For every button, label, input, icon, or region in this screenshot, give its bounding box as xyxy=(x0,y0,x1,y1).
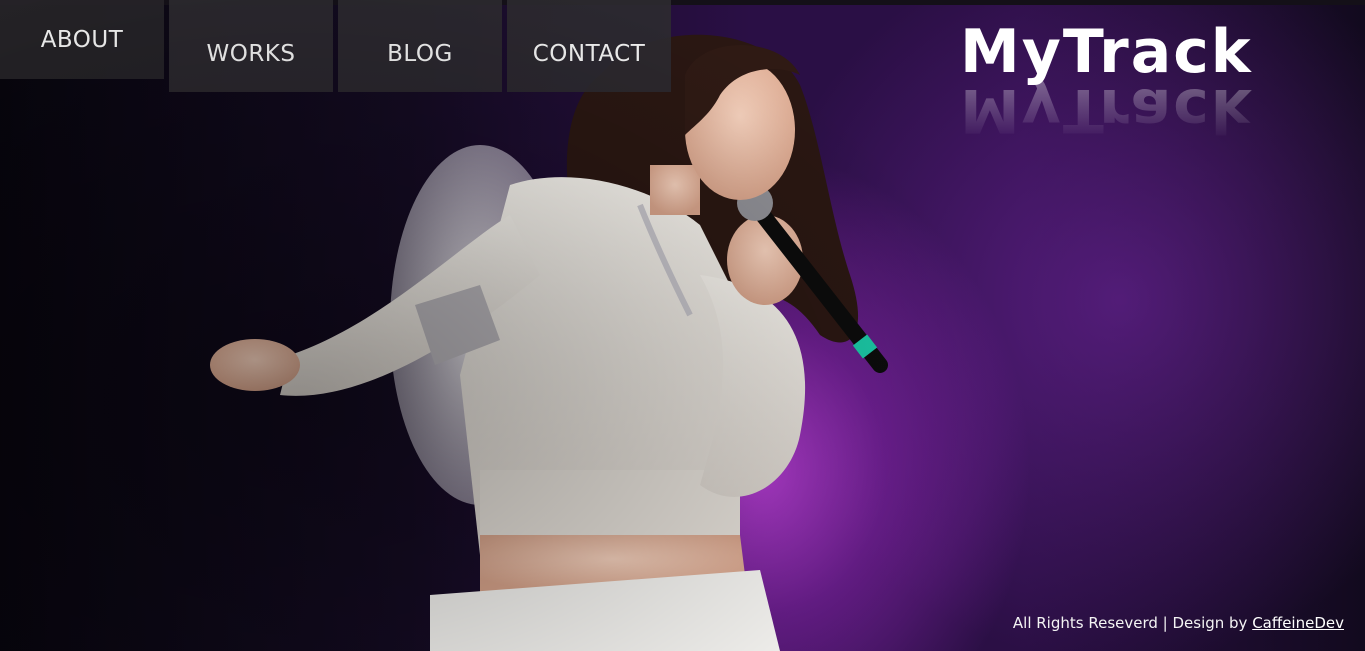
nav-about[interactable]: ABOUT xyxy=(0,0,164,79)
logo-reflection: MyTrack xyxy=(960,75,1253,145)
hero-stage: ABOUT WORKS BLOG CONTACT MyTrack MyTrack… xyxy=(0,0,1365,651)
nav-blog-label: BLOG xyxy=(387,41,453,67)
nav-about-label: ABOUT xyxy=(40,26,124,53)
nav-blog[interactable]: BLOG xyxy=(338,0,502,92)
footer-rights-text: All Rights Reseverd | Design by xyxy=(1012,614,1253,632)
nav-contact-label: CONTACT xyxy=(532,41,646,67)
site-logo[interactable]: MyTrack MyTrack xyxy=(960,17,1360,145)
nav-works-label: WORKS xyxy=(206,41,296,67)
hero-performer-image xyxy=(210,34,888,651)
nav-contact[interactable]: CONTACT xyxy=(507,0,671,92)
designer-link[interactable]: CaffeineDev xyxy=(1252,614,1344,632)
nav-works[interactable]: WORKS xyxy=(169,0,333,92)
footer: All Rights Reseverd | Design by Caffeine… xyxy=(1013,614,1344,632)
logo-text: MyTrack xyxy=(960,17,1253,87)
